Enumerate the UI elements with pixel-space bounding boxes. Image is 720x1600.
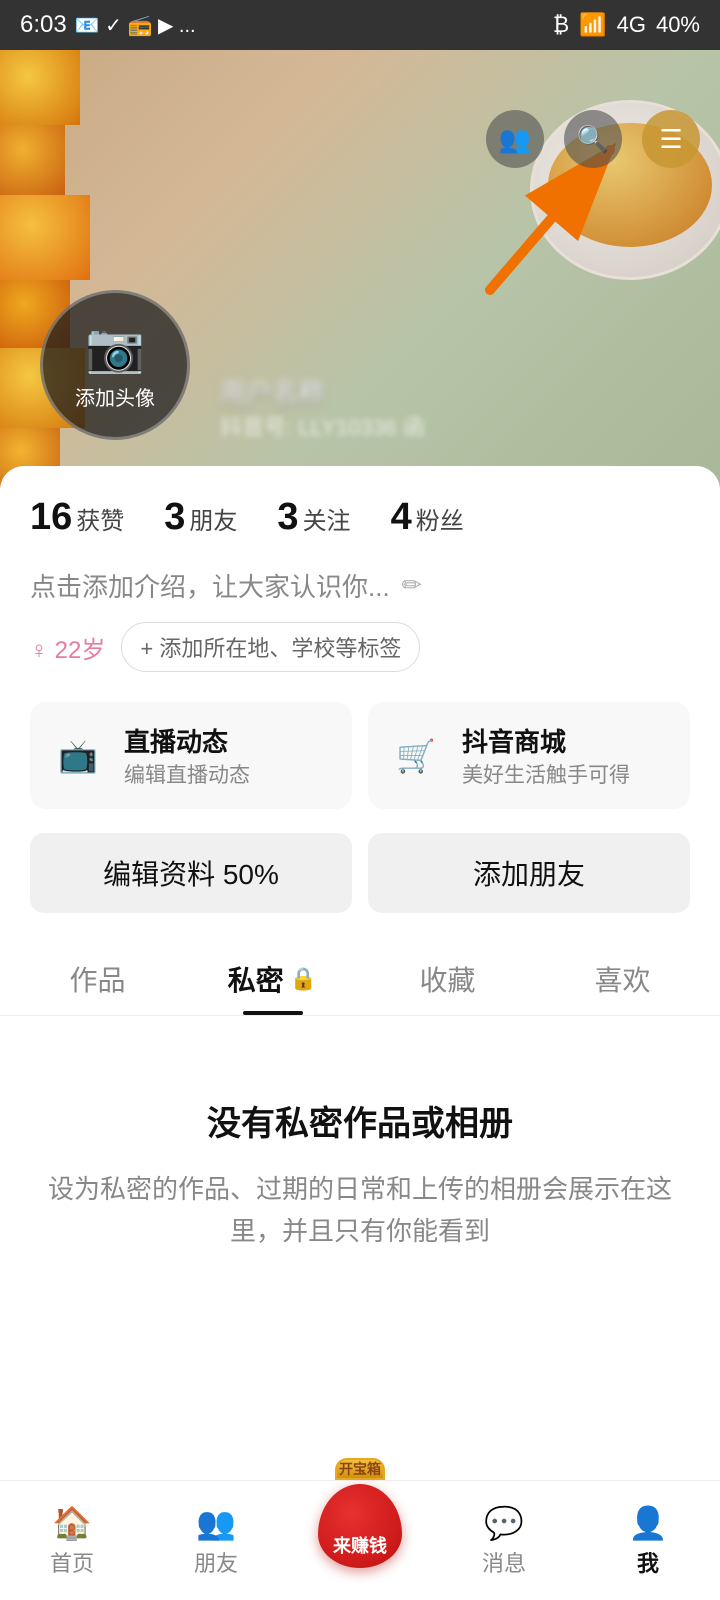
- friends-label: 朋友: [189, 501, 237, 536]
- nav-messages[interactable]: 💬 消息: [432, 1504, 576, 1578]
- stat-friends[interactable]: 3 朋友: [164, 496, 237, 539]
- bio-text: 点击添加介绍，让大家认识你...: [30, 567, 390, 604]
- bag-top: 开宝箱: [335, 1458, 385, 1480]
- notification-icons: 📧 ✓ 📻 ▶ ...: [75, 13, 196, 38]
- username-display: 用户名称: [220, 373, 324, 410]
- followers-label: 粉丝: [416, 501, 464, 536]
- avatar-add-label: 添加头像: [75, 382, 155, 411]
- wifi-icon: 📶: [579, 12, 606, 38]
- contacts-icon: 👥: [499, 124, 531, 155]
- tab-favorites-label: 收藏: [419, 959, 475, 999]
- status-time: 6:03 📧 ✓ 📻 ▶ ...: [20, 11, 196, 39]
- service-shop[interactable]: 🛒 抖音商城 美好生活触手可得: [368, 702, 690, 809]
- tabs-row: 作品 私密 🔒 收藏 喜欢: [0, 943, 720, 1016]
- nav-friends-label: 朋友: [194, 1546, 238, 1578]
- livestream-sub: 编辑直播动态: [124, 759, 250, 789]
- camera-icon: 📷: [85, 319, 145, 376]
- nav-friends[interactable]: 👥 朋友: [144, 1504, 288, 1578]
- bottom-nav: 🏠 首页 👥 朋友 开宝箱 来赚钱 💬 消息 👤 我: [0, 1480, 720, 1600]
- fruit-decoration-1: [0, 50, 80, 125]
- services-row: 📺 直播动态 编辑直播动态 🛒 抖音商城 美好生活触手可得: [30, 702, 690, 809]
- add-friend-button[interactable]: 添加朋友: [368, 833, 690, 913]
- avatar-upload-button[interactable]: 📷 添加头像: [40, 290, 190, 440]
- shop-info: 抖音商城 美好生活触手可得: [462, 722, 630, 789]
- time-display: 6:03: [20, 11, 67, 39]
- status-right-icons: ₿ 📶 4G 40%: [553, 12, 700, 38]
- likes-label: 获赞: [76, 501, 124, 536]
- nav-home[interactable]: 🏠 首页: [0, 1504, 144, 1578]
- tab-likes[interactable]: 喜欢: [535, 943, 710, 1015]
- tab-favorites[interactable]: 收藏: [360, 943, 535, 1015]
- home-icon: 🏠: [52, 1504, 92, 1542]
- menu-button[interactable]: ☰: [642, 110, 700, 168]
- profile-nav-icon: 👤: [628, 1504, 668, 1542]
- likes-count: 16: [30, 496, 72, 539]
- bio-row[interactable]: 点击添加介绍，让大家认识你... ✏: [30, 567, 690, 604]
- stat-following[interactable]: 3 关注: [277, 496, 350, 539]
- gender-tag: ♀ 22岁: [30, 630, 105, 665]
- tags-row: ♀ 22岁 + 添加所在地、学校等标签: [30, 622, 690, 672]
- following-label: 关注: [303, 501, 351, 536]
- fruit-decoration-2: [0, 125, 65, 195]
- add-tags-button[interactable]: + 添加所在地、学校等标签: [121, 622, 420, 672]
- search-button[interactable]: 🔍: [564, 110, 622, 168]
- empty-title: 没有私密作品或相册: [40, 1096, 680, 1145]
- nav-messages-label: 消息: [482, 1546, 526, 1578]
- tab-likes-label: 喜欢: [594, 959, 650, 999]
- bluetooth-icon: ₿: [553, 12, 569, 38]
- lock-icon: 🔒: [290, 966, 317, 992]
- profile-card: 16 获赞 3 朋友 3 关注 4 粉丝 点击添加介绍，让大家认识你... ✏ …: [0, 466, 720, 1016]
- friends-count: 3: [164, 496, 185, 539]
- livestream-icon: 📺: [50, 728, 106, 784]
- signal-icon: 4G: [617, 12, 646, 38]
- stats-row: 16 获赞 3 朋友 3 关注 4 粉丝: [30, 496, 690, 539]
- edit-profile-button[interactable]: 编辑资料 50%: [30, 833, 352, 913]
- service-livestream[interactable]: 📺 直播动态 编辑直播动态: [30, 702, 352, 809]
- shop-icon: 🛒: [388, 728, 444, 784]
- avatar-section: 📷 添加头像: [40, 290, 190, 440]
- fruit-decoration-3: [0, 195, 90, 280]
- battery-icon: 40%: [656, 12, 700, 38]
- gender-label: ♀ 22岁: [30, 630, 105, 665]
- search-icon: 🔍: [577, 124, 609, 155]
- status-bar: 6:03 📧 ✓ 📻 ▶ ... ₿ 📶 4G 40%: [0, 0, 720, 50]
- nav-me[interactable]: 👤 我: [576, 1504, 720, 1578]
- contacts-button[interactable]: 👥: [486, 110, 544, 168]
- livestream-title: 直播动态: [124, 722, 250, 759]
- bag-body: 来赚钱: [318, 1484, 402, 1568]
- add-tags-label: + 添加所在地、学校等标签: [140, 631, 401, 663]
- user-id-display: 抖音号: LLY10336 函: [220, 410, 425, 442]
- tab-private-label: 私密: [228, 959, 284, 999]
- nav-home-label: 首页: [50, 1546, 94, 1578]
- profile-banner: 👥 🔍 ☰ 📷 添加头像 用户名称 抖音号: LLY10336 函: [0, 50, 720, 490]
- followers-count: 4: [391, 496, 412, 539]
- stat-followers[interactable]: 4 粉丝: [391, 496, 464, 539]
- empty-state: 没有私密作品或相册 设为私密的作品、过期的日常和上传的相册会展示在这里，并且只有…: [0, 1016, 720, 1312]
- bag-top-label: 开宝箱: [337, 1460, 383, 1478]
- shop-sub: 美好生活触手可得: [462, 759, 630, 789]
- stat-likes[interactable]: 16 获赞: [30, 496, 124, 539]
- action-buttons: 编辑资料 50% 添加朋友: [30, 833, 690, 913]
- nav-me-label: 我: [637, 1546, 659, 1578]
- friends-nav-icon: 👥: [196, 1504, 236, 1542]
- messages-icon: 💬: [484, 1504, 524, 1542]
- empty-description: 设为私密的作品、过期的日常和上传的相册会展示在这里，并且只有你能看到: [40, 1169, 680, 1252]
- bag-main-label: 来赚钱: [333, 1532, 387, 1558]
- tab-private[interactable]: 私密 🔒: [185, 943, 360, 1015]
- shop-title: 抖音商城: [462, 722, 630, 759]
- tab-works[interactable]: 作品: [10, 943, 185, 1015]
- treasure-bag: 开宝箱 来赚钱: [310, 1476, 410, 1576]
- livestream-info: 直播动态 编辑直播动态: [124, 722, 250, 789]
- header-actions: 👥 🔍 ☰: [486, 110, 700, 168]
- following-count: 3: [277, 496, 298, 539]
- menu-icon: ☰: [659, 124, 682, 155]
- tab-works-label: 作品: [69, 959, 125, 999]
- bio-edit-icon: ✏: [402, 571, 422, 600]
- nav-earn-money[interactable]: 开宝箱 来赚钱: [288, 1476, 432, 1576]
